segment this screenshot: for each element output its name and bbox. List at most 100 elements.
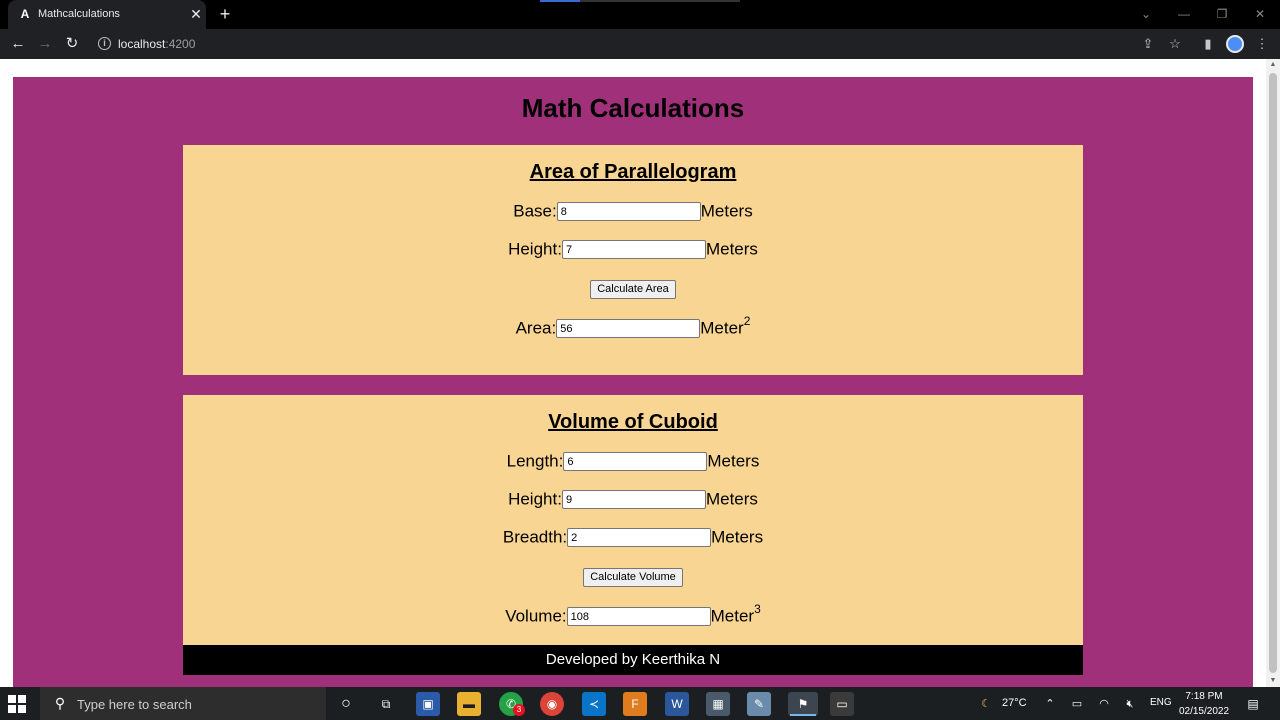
taskbar-search-box[interactable]: ⚲ Type here to search <box>40 687 326 720</box>
notification-center-icon[interactable]: ▤ <box>1244 696 1262 712</box>
window-top-accent <box>540 0 580 2</box>
whatsapp-icon[interactable]: ✆ 3 <box>499 692 525 716</box>
window-top-accent-secondary <box>580 0 740 2</box>
back-arrow-icon[interactable]: ← <box>8 34 28 54</box>
length-label: Length: <box>506 451 564 471</box>
clock-time: 7:18 PM <box>1185 691 1223 702</box>
weather-moon-icon[interactable]: ☾ <box>978 696 994 712</box>
area-label: Area: <box>515 318 557 338</box>
tray-chevron-icon[interactable]: ⌃ <box>1042 696 1058 712</box>
base-label: Base: <box>513 201 557 221</box>
page-title: Math Calculations <box>521 93 745 123</box>
parallelogram-heading: Area of Parallelogram <box>529 161 737 183</box>
breadth-label: Breadth: <box>502 527 568 547</box>
height-label: Height: <box>508 239 562 259</box>
active-app-icon[interactable]: ⚑ <box>788 692 818 716</box>
length-row: Length: Meters <box>183 451 1083 472</box>
side-panel-icon[interactable]: ▮ <box>1198 34 1218 54</box>
windows-start-icon[interactable] <box>8 695 26 713</box>
area-output[interactable] <box>556 319 701 339</box>
area-unit: Meter <box>700 318 744 338</box>
terminal-icon[interactable]: ▭ <box>830 692 854 716</box>
cortana-icon[interactable]: ○ <box>334 692 358 716</box>
volume-row: Volume: Meter3 <box>183 602 1083 627</box>
scroll-down-arrow-icon[interactable]: ▼ <box>1269 677 1277 685</box>
fusion-app-icon[interactable]: F <box>623 692 647 716</box>
calculate-area-row: Calculate Area <box>183 279 1083 299</box>
word-icon[interactable]: W <box>665 692 689 716</box>
search-icon: ⚲ <box>54 695 66 711</box>
weather-temperature[interactable]: 27°C <box>1002 697 1027 709</box>
address-bar[interactable]: i localhost:4200 <box>92 32 1192 56</box>
cuboid-height-label: Height: <box>508 489 562 509</box>
vscode-icon[interactable]: ≺ <box>582 692 606 716</box>
share-icon[interactable]: ⇪ <box>1138 34 1158 54</box>
angular-favicon-icon: A <box>20 7 30 21</box>
cuboid-height-unit: Meters <box>705 489 758 509</box>
app-container: Math Calculations Area of Parallelogram … <box>13 77 1253 687</box>
reload-icon[interactable]: ↻ <box>62 34 82 54</box>
restore-icon[interactable]: ❐ <box>1212 4 1232 24</box>
breadth-unit: Meters <box>711 527 764 547</box>
browser-toolbar: ← → ↻ i localhost:4200 ⇪ ☆ ▮ ⋮ <box>0 29 1280 59</box>
bookmark-star-icon[interactable]: ☆ <box>1165 34 1185 54</box>
browser-tab-bar: A Mathcalculations ✕ + ⌄ — ❐ ✕ <box>0 0 1280 29</box>
tab-title: Mathcalculations <box>38 8 120 20</box>
volume-muted-icon[interactable]: 🔇︎ <box>1122 696 1138 712</box>
height-unit: Meters <box>705 239 758 259</box>
base-unit: Meters <box>700 201 753 221</box>
minimize-icon[interactable]: — <box>1174 4 1194 24</box>
clock-date: 02/15/2022 <box>1178 706 1230 717</box>
cuboid-height-row: Height: Meters <box>183 489 1083 510</box>
url-text: localhost:4200 <box>118 37 196 51</box>
base-row: Base: Meters <box>183 201 1083 222</box>
microsoft-store-icon[interactable]: ▣ <box>416 692 440 716</box>
forward-arrow-icon[interactable]: → <box>35 34 55 54</box>
chrome-icon[interactable]: ◉ <box>540 692 564 716</box>
calculate-volume-row: Calculate Volume <box>183 567 1083 587</box>
menu-kebab-icon[interactable]: ⋮ <box>1252 34 1272 54</box>
vertical-scrollbar[interactable]: ▲ ▼ <box>1266 59 1280 687</box>
language-indicator[interactable]: ENG <box>1150 697 1172 708</box>
length-input[interactable] <box>563 452 708 472</box>
parallelogram-card: Area of Parallelogram Base: Meters Height… <box>183 145 1083 375</box>
profile-avatar[interactable] <box>1226 35 1244 53</box>
base-input[interactable] <box>556 202 701 222</box>
browser-tab[interactable]: A Mathcalculations ✕ <box>8 0 206 29</box>
wifi-icon[interactable]: ◠ <box>1096 696 1112 712</box>
page-viewport: Math Calculations Area of Parallelogram … <box>0 59 1280 687</box>
tab-close-icon[interactable]: ✕ <box>188 5 204 23</box>
battery-icon[interactable]: ▭ <box>1069 696 1085 712</box>
file-explorer-icon[interactable]: ▬ <box>457 692 481 716</box>
scroll-thumb[interactable] <box>1269 73 1277 673</box>
breadth-input[interactable] <box>567 528 712 548</box>
snipping-tool-icon[interactable]: ✎ <box>747 692 771 716</box>
length-unit: Meters <box>707 451 760 471</box>
new-tab-icon[interactable]: + <box>216 4 234 24</box>
site-info-icon[interactable]: i <box>98 37 111 50</box>
page-footer: Developed by Keerthika N <box>183 645 1083 675</box>
cuboid-card: Volume of Cuboid Length: Meters Height: Me… <box>183 395 1083 645</box>
close-window-icon[interactable]: ✕ <box>1250 4 1270 24</box>
cuboid-height-input[interactable] <box>561 490 706 510</box>
volume-output[interactable] <box>566 607 711 627</box>
height-input[interactable] <box>561 240 706 260</box>
calculate-volume-button[interactable]: Calculate Volume <box>583 567 683 587</box>
area-row: Area: Meter2 <box>183 314 1083 339</box>
taskbar-clock[interactable]: 7:18 PM 02/15/2022 <box>1172 689 1236 719</box>
tab-search-chevron-icon[interactable]: ⌄ <box>1136 4 1156 24</box>
taskbar-search-placeholder: Type here to search <box>77 697 192 712</box>
windows-taskbar: ⚲ Type here to search ○ ⧉ ▣ ▬ ✆ 3 ◉ ≺ F W… <box>0 687 1280 720</box>
task-view-icon[interactable]: ⧉ <box>374 692 398 716</box>
area-unit-exponent: 2 <box>743 314 751 328</box>
cuboid-heading: Volume of Cuboid <box>548 411 718 433</box>
scroll-up-arrow-icon[interactable]: ▲ <box>1269 61 1277 69</box>
volume-unit-exponent: 3 <box>754 602 761 616</box>
volume-label: Volume: <box>505 606 567 626</box>
volume-unit: Meter <box>710 606 755 626</box>
calculator-icon[interactable]: ▦ <box>706 692 730 716</box>
breadth-row: Breadth: Meters <box>183 527 1083 548</box>
whatsapp-badge: 3 <box>513 704 525 716</box>
height-row: Height: Meters <box>183 239 1083 260</box>
calculate-area-button[interactable]: Calculate Area <box>590 279 676 299</box>
